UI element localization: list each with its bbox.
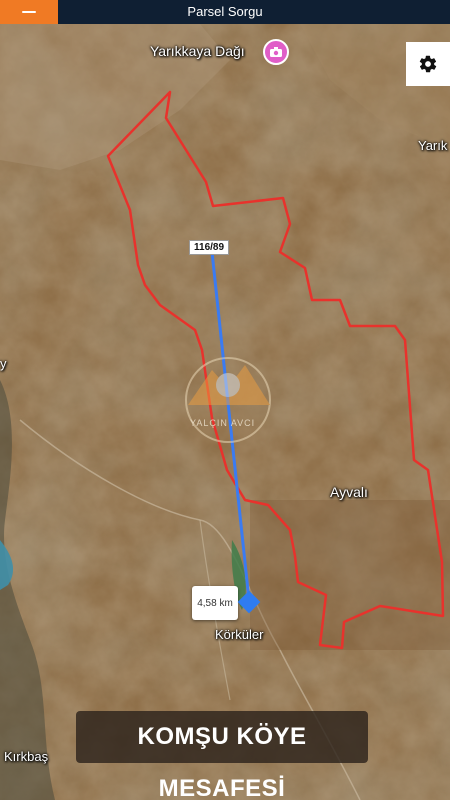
place-label-yarik: Yarık [418,138,448,153]
place-label-ayvali: Ayvalı [330,484,368,500]
place-label-left-edge: y [0,356,7,371]
top-bar: Parsel Sorgu [0,0,450,24]
parcel-number-label[interactable]: 116/89 [189,240,230,255]
distance-label: 4,58 km [192,586,238,620]
map-view[interactable]: Yarıkkaya Dağı Yarık y Ayvalı Körküler K… [0,24,450,800]
watermark-text: YALÇIN AVCI [190,418,256,428]
place-label-korkuler: Körküler [215,627,264,642]
place-label-yarikkaya-dagi: Yarıkkaya Dağı [150,43,245,59]
place-label-kirkbas: Kırkbaş [4,749,49,764]
camera-icon[interactable] [263,39,289,65]
satellite-imagery [0,24,450,800]
settings-button[interactable] [406,42,450,86]
app-title: Parsel Sorgu [187,4,263,19]
gear-icon [419,55,437,73]
caption-banner: KOMŞU KÖYE MESAFESİ [76,711,368,800]
